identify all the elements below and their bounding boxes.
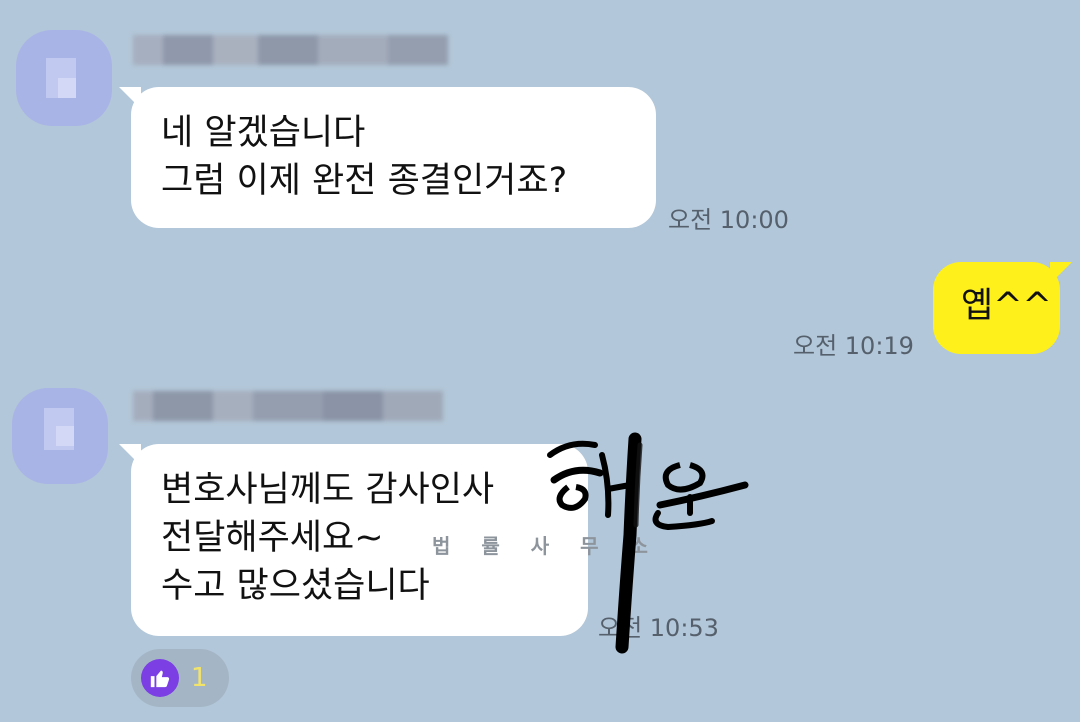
- sender-name-redacted: [133, 30, 448, 70]
- message-text-line: 수고 많으셨습니다: [161, 566, 430, 606]
- thumbs-up-icon: [141, 659, 179, 697]
- message-text-line: 네 알겠습니다: [161, 113, 366, 153]
- reaction-count: 1: [191, 663, 208, 693]
- sender-avatar[interactable]: [12, 388, 108, 484]
- message-bubble-1[interactable]: 네 알겠습니다 그럼 이제 완전 종결인거죠?: [119, 87, 656, 228]
- message-text-line: 그럼 이제 완전 종결인거죠?: [161, 161, 568, 201]
- message-text-line: 변호사님께도 감사인사: [161, 470, 495, 510]
- message-time: 오전 10:00: [668, 206, 789, 234]
- message-bubble-2[interactable]: 옙^^: [933, 262, 1072, 354]
- message-time: 오전 10:19: [793, 332, 914, 360]
- calligraphy-logo: [547, 432, 749, 654]
- message-text-line: 옙^^: [961, 286, 1052, 326]
- sender-name-redacted: [133, 386, 443, 426]
- sender-avatar[interactable]: [16, 30, 112, 126]
- reaction-badge[interactable]: 1: [131, 649, 229, 707]
